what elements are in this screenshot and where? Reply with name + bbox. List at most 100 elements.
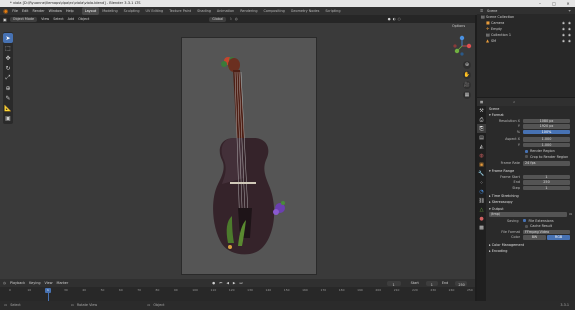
tool-tab-icon[interactable]: ⚒ bbox=[477, 106, 486, 115]
mode-select[interactable]: Object Mode bbox=[9, 16, 38, 22]
tab-animation[interactable]: Animation bbox=[214, 7, 237, 15]
physics-tab-icon[interactable]: ◔ bbox=[477, 187, 486, 196]
stereoscopy-section-header[interactable]: ▸ Stereoscopy bbox=[487, 199, 575, 205]
timeline-ruler[interactable]: 0102030405060708090100110120130140150160… bbox=[0, 287, 475, 301]
shading-rendered-icon[interactable]: ○ bbox=[398, 17, 401, 21]
perspective-grid-icon[interactable]: ▦ bbox=[463, 91, 471, 99]
viewport-menu-add[interactable]: Add bbox=[68, 17, 75, 21]
minimize-button[interactable]: – bbox=[533, 0, 547, 7]
menu-edit[interactable]: Edit bbox=[22, 7, 29, 15]
frame-end-field[interactable]: 250 bbox=[523, 180, 570, 185]
tab-layout[interactable]: Layout bbox=[81, 7, 100, 15]
3d-viewport[interactable]: Options ➤ ⬚ ✥ ↻ ⤢ ⊕ ✎ 📐 ▣ ⊕ ✋ 🎥 ▦ bbox=[0, 23, 475, 279]
play-reverse-icon[interactable]: ◀ bbox=[226, 279, 229, 287]
current-frame-field[interactable]: 1 bbox=[386, 280, 401, 287]
modifier-tab-icon[interactable]: 🔧 bbox=[477, 169, 486, 178]
view-layer-tab-icon[interactable]: ▤ bbox=[477, 133, 486, 142]
folder-icon[interactable]: ▭ bbox=[569, 212, 572, 216]
search-icon[interactable]: ⌕ bbox=[513, 100, 515, 104]
scene-selector[interactable]: Scene bbox=[487, 9, 497, 13]
shading-solid-icon[interactable]: ● bbox=[388, 17, 391, 21]
frame-start-field[interactable]: 1 bbox=[523, 174, 570, 179]
resolution-x-field[interactable]: 1080 px bbox=[523, 118, 570, 123]
world-tab-icon[interactable]: ◍ bbox=[477, 151, 486, 160]
pan-hand-icon[interactable]: ✋ bbox=[463, 71, 471, 79]
texture-tab-icon[interactable]: ▩ bbox=[477, 223, 486, 232]
axis-gizmo-icon[interactable] bbox=[451, 35, 473, 57]
aspect-y-field[interactable]: 1.000 bbox=[523, 142, 570, 147]
move-icon[interactable]: ✥ bbox=[3, 53, 13, 63]
menu-file[interactable]: File bbox=[12, 7, 18, 15]
tab-geometry-nodes[interactable]: Geometry Nodes bbox=[288, 7, 323, 15]
aspect-x-field[interactable]: 1.000 bbox=[523, 137, 570, 142]
jump-end-icon[interactable]: ⏭ bbox=[240, 279, 243, 287]
end-frame-field[interactable]: 250 bbox=[455, 280, 468, 287]
filter-icon[interactable]: ⏷ bbox=[568, 9, 571, 13]
play-icon[interactable]: ▶ bbox=[233, 279, 236, 287]
menu-render[interactable]: Render bbox=[33, 7, 45, 15]
menu-window[interactable]: Window bbox=[49, 7, 62, 15]
tab-shading[interactable]: Shading bbox=[194, 7, 214, 15]
transform-orientation-select[interactable]: Global bbox=[209, 16, 227, 22]
transform-icon[interactable]: ⊕ bbox=[3, 83, 13, 93]
shading-material-icon[interactable]: ◐ bbox=[393, 17, 396, 21]
scale-icon[interactable]: ⤢ bbox=[3, 73, 13, 83]
tab-modeling[interactable]: Modeling bbox=[99, 7, 120, 15]
resolution-y-field[interactable]: 1920 px bbox=[523, 124, 570, 129]
object-tab-icon[interactable]: ▣ bbox=[477, 160, 486, 169]
render-tab-icon[interactable]: ⎙ bbox=[477, 115, 486, 124]
file-format-select[interactable]: FFmpeg Video bbox=[523, 229, 570, 234]
start-frame-field[interactable]: 1 bbox=[425, 280, 438, 287]
proportional-icon[interactable]: ◎ bbox=[235, 17, 238, 21]
jump-start-icon[interactable]: ⏮ bbox=[219, 279, 222, 287]
timeline-menu-view[interactable]: View bbox=[45, 279, 53, 287]
outliner-item-mesh[interactable]: ▲ SM ◉ ◉ bbox=[477, 38, 575, 44]
color-rgb-button[interactable]: RGB bbox=[547, 235, 570, 240]
annotate-icon[interactable]: ✎ bbox=[3, 93, 13, 103]
viewport-options-button[interactable]: Options bbox=[452, 24, 465, 28]
viewport-menu-object[interactable]: Object bbox=[78, 17, 89, 21]
constraints-tab-icon[interactable]: ⛓ bbox=[477, 196, 486, 205]
properties-editor-icon[interactable]: ▦ bbox=[480, 100, 483, 104]
record-icon[interactable]: ● bbox=[212, 279, 215, 287]
color-bw-button[interactable]: BW bbox=[523, 235, 546, 240]
crop-region-checkbox[interactable]: Crop to Render Region bbox=[487, 154, 575, 160]
navigation-gizmo[interactable] bbox=[451, 35, 473, 57]
step-field[interactable]: 1 bbox=[523, 185, 570, 190]
viewport-menu-view[interactable]: View bbox=[41, 17, 49, 21]
blender-logo-icon[interactable]: ◉ bbox=[3, 8, 8, 15]
tab-texture-paint[interactable]: Texture Paint bbox=[166, 7, 194, 15]
close-button[interactable]: ✕ bbox=[561, 0, 575, 7]
viewport-menu-select[interactable]: Select bbox=[53, 17, 63, 21]
visibility-icon[interactable]: ◉ ◉ bbox=[562, 38, 572, 44]
frame-rate-select[interactable]: 24 fps bbox=[523, 161, 570, 166]
editor-type-icon[interactable]: ▣ bbox=[3, 17, 7, 22]
maximize-button[interactable]: □ bbox=[547, 0, 561, 7]
particles-tab-icon[interactable]: ⁘ bbox=[477, 178, 486, 187]
rotate-icon[interactable]: ↻ bbox=[3, 63, 13, 73]
output-path-field[interactable]: /tmp\ bbox=[489, 212, 567, 217]
resolution-percent-field[interactable]: 100% bbox=[523, 129, 570, 134]
select-box-icon[interactable]: ⬚ bbox=[3, 43, 13, 53]
measure-icon[interactable]: 📐 bbox=[3, 103, 13, 113]
output-tab-icon[interactable]: ⎘ bbox=[477, 124, 486, 133]
camera-view-icon[interactable]: 🎥 bbox=[463, 81, 471, 89]
timeline-menu-marker[interactable]: Marker bbox=[57, 279, 69, 287]
tab-sculpting[interactable]: Sculpting bbox=[121, 7, 143, 15]
timeline-menu-playback[interactable]: Playback bbox=[10, 279, 25, 287]
outliner-editor-icon[interactable]: ☰ bbox=[480, 9, 483, 13]
tab-uv-editing[interactable]: UV Editing bbox=[143, 7, 167, 15]
encoding-section-header[interactable]: ▸ Encoding bbox=[487, 248, 575, 254]
tab-rendering[interactable]: Rendering bbox=[237, 7, 260, 15]
data-tab-icon[interactable]: △ bbox=[477, 205, 486, 214]
cursor-icon[interactable]: ➤ bbox=[3, 33, 13, 43]
tab-compositing[interactable]: Compositing bbox=[261, 7, 288, 15]
zoom-icon[interactable]: ⊕ bbox=[463, 61, 471, 69]
tab-scripting[interactable]: Scripting bbox=[322, 7, 343, 15]
scene-tab-icon[interactable]: ◭ bbox=[477, 142, 486, 151]
menu-help[interactable]: Help bbox=[66, 7, 74, 15]
material-tab-icon[interactable]: ● bbox=[477, 214, 486, 223]
snap-icon[interactable]: ⌇ bbox=[230, 17, 232, 21]
timeline-editor-icon[interactable]: ◷ bbox=[3, 279, 6, 287]
timeline-menu-keying[interactable]: Keying bbox=[29, 279, 40, 287]
